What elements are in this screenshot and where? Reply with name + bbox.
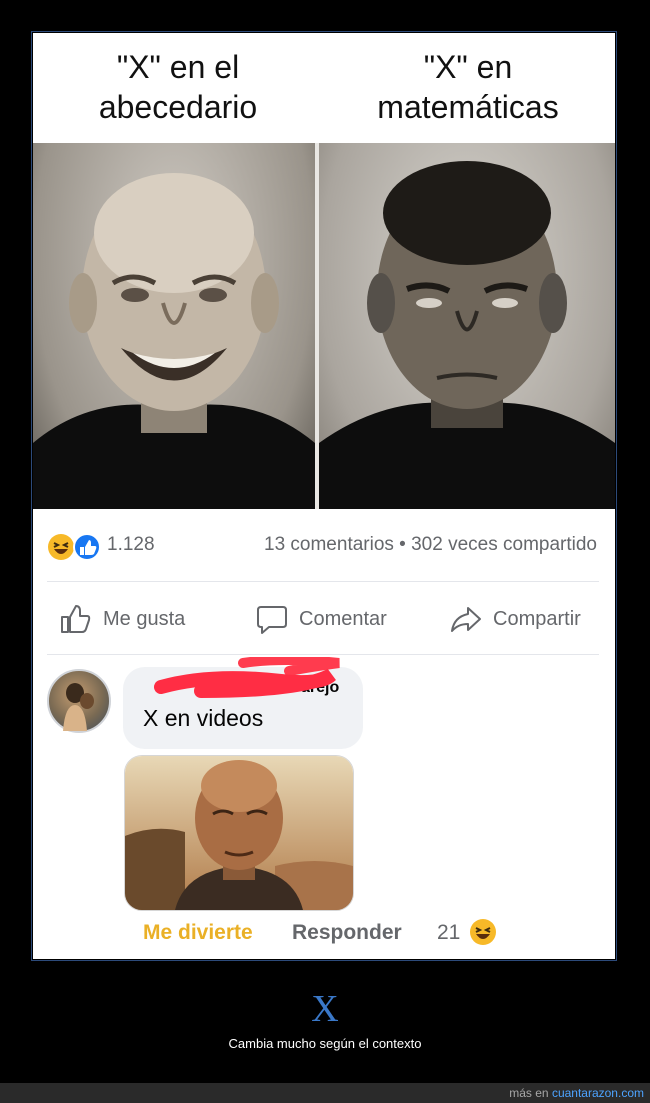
post-stats-row: 1.128 13 comentarios • 302 veces compart… [33, 509, 615, 581]
post-frame: "X" en el abecedario "X" en matemáticas [31, 31, 617, 961]
serious-man-photo [319, 143, 615, 509]
post-actions: Me gusta Comentar Compartir [33, 583, 615, 653]
right-caption-line1: "X" en [423, 49, 513, 85]
site-link[interactable]: cuantarazon.com [552, 1086, 644, 1100]
footer-caption: Cambia mucho según el contexto [228, 1036, 422, 1051]
comment-button[interactable]: Comentar [255, 601, 387, 637]
haha-reaction-link[interactable]: Me divierte [143, 921, 253, 945]
smiling-man-photo [33, 143, 315, 509]
left-caption-line1: "X" en el [116, 49, 240, 85]
comment-label: Comentar [299, 607, 387, 630]
thumbs-up-icon [61, 605, 91, 633]
reaction-count[interactable]: 1.128 [107, 534, 155, 556]
footer-title: X [311, 988, 339, 1030]
site-bar: más en cuantarazon.com [0, 1083, 650, 1103]
right-caption: "X" en matemáticas [323, 47, 613, 127]
haha-icon [48, 534, 74, 560]
comment-reaction-count[interactable]: 21 [437, 921, 460, 945]
speech-bubble-icon [257, 606, 287, 634]
like-button[interactable]: Me gusta [59, 601, 185, 637]
divider [47, 581, 599, 582]
comments-shares-count[interactable]: 13 comentarios • 302 veces compartido [264, 534, 597, 556]
reply-link[interactable]: Responder [292, 921, 402, 945]
reaction-icons[interactable] [47, 533, 103, 561]
like-icon [73, 533, 101, 561]
left-caption-line2: abecedario [98, 89, 258, 125]
share-button[interactable]: Compartir [449, 601, 581, 637]
name-redaction-scribble [154, 657, 340, 698]
site-credit: más en cuantarazon.com [509, 1086, 644, 1100]
left-caption: "X" en el abecedario [33, 47, 323, 127]
meme-caption-row: "X" en el abecedario "X" en matemáticas [33, 33, 615, 143]
comment-text: X en videos [143, 705, 264, 731]
haha-icon [470, 919, 496, 945]
commenter-avatar[interactable] [47, 669, 111, 733]
share-label: Compartir [493, 607, 581, 630]
like-label: Me gusta [103, 607, 186, 630]
site-prefix: más en [509, 1086, 552, 1100]
comment-gif-image[interactable] [124, 755, 354, 911]
comment: arejo X en videos Me divierte Responder … [33, 655, 615, 959]
right-caption-line2: matemáticas [377, 89, 559, 125]
share-arrow-icon [451, 607, 481, 632]
